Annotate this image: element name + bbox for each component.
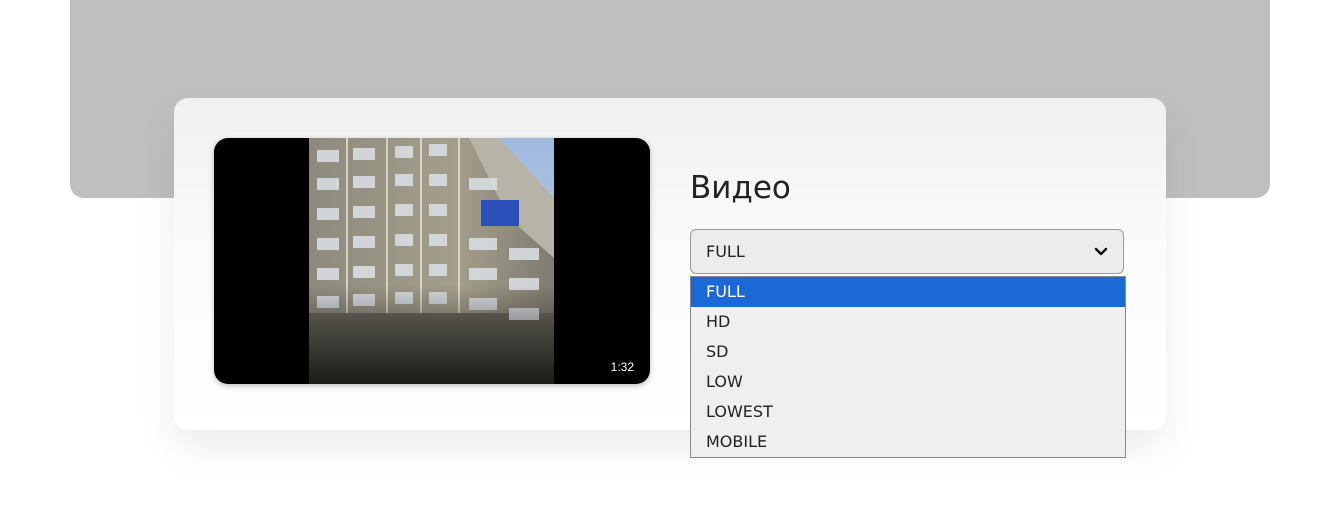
video-duration: 1:32 <box>610 360 634 374</box>
section-title: Видео <box>690 170 791 206</box>
quality-select[interactable]: FULL <box>690 229 1124 274</box>
quality-option-low[interactable]: LOW <box>691 367 1125 397</box>
quality-option-lowest[interactable]: LOWEST <box>691 397 1125 427</box>
quality-option-full[interactable]: FULL <box>691 277 1125 307</box>
quality-option-hd[interactable]: HD <box>691 307 1125 337</box>
quality-option-sd[interactable]: SD <box>691 337 1125 367</box>
video-thumbnail-image <box>309 138 554 384</box>
video-player[interactable]: 1:32 <box>214 138 650 384</box>
quality-option-mobile[interactable]: MOBILE <box>691 427 1125 457</box>
chevron-down-icon <box>1094 247 1108 256</box>
page: 1:32 Видео FULL FULL HD SD LOW LOWEST MO… <box>0 0 1327 506</box>
quality-options-list: FULL HD SD LOW LOWEST MOBILE <box>690 276 1126 458</box>
quality-select-value: FULL <box>706 242 745 261</box>
